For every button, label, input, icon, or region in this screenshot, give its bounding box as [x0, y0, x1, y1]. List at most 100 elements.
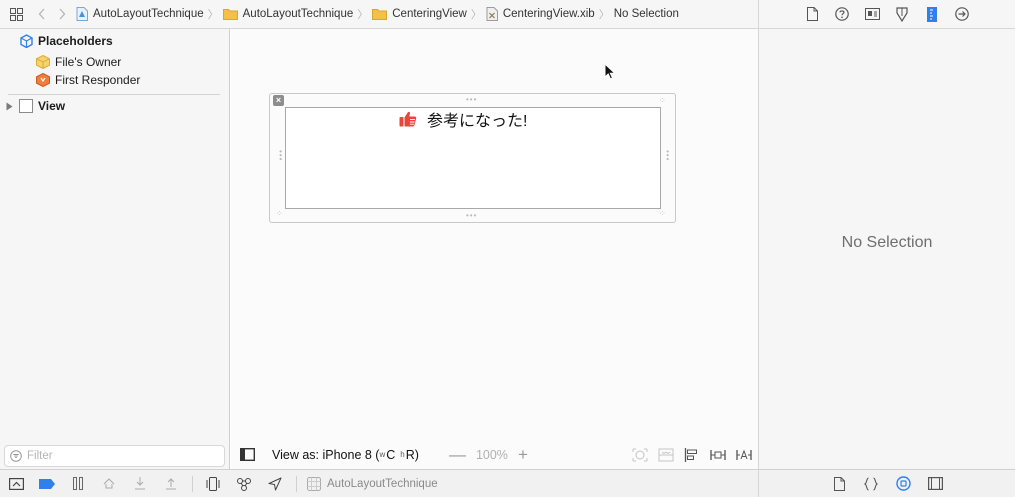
library-selector-bar	[758, 469, 1015, 497]
back-button[interactable]	[32, 4, 52, 24]
jump-bar: AutoLayoutTechnique 〉 AutoLayoutTechniqu…	[0, 0, 758, 29]
breakpoints-toggle-icon[interactable]	[37, 474, 57, 494]
outline-item-files-owner[interactable]: File's Owner	[36, 55, 121, 69]
resize-handle-top[interactable]: •••	[466, 96, 477, 104]
document-outline: Placeholders File's Owner First Responde…	[0, 29, 230, 469]
zoom-in-button[interactable]: +	[518, 445, 528, 465]
resize-handle-top-right[interactable]: ⁘	[659, 97, 667, 105]
object-library-icon[interactable]	[895, 476, 911, 492]
debug-bar: AutoLayoutTechnique	[0, 469, 758, 497]
hide-debug-area-icon[interactable]	[6, 474, 26, 494]
placeholders-label: Placeholders	[38, 34, 113, 48]
update-frames-icon[interactable]	[632, 447, 648, 463]
size-class-h-value: R)	[405, 447, 419, 462]
view-debugger-icon[interactable]	[203, 474, 223, 494]
toolbar-divider	[192, 475, 193, 492]
embed-in-stack-icon[interactable]	[658, 447, 674, 463]
resize-handle-bottom-left[interactable]: ⁘	[276, 210, 284, 218]
files-owner-icon	[36, 55, 50, 69]
breadcrumb-separator-icon: 〉	[357, 9, 369, 21]
quick-help-icon[interactable]	[834, 6, 850, 22]
outline-divider	[8, 94, 220, 95]
custom-view[interactable]: 参考になった!	[285, 107, 661, 209]
mouse-cursor-icon	[604, 62, 617, 83]
media-library-icon[interactable]	[927, 476, 943, 492]
folder-icon	[222, 8, 238, 20]
connections-inspector-icon[interactable]	[954, 6, 970, 22]
resize-handle-right[interactable]: •••	[663, 150, 672, 161]
zoom-level: 100%	[475, 447, 508, 462]
related-items-icon[interactable]	[6, 4, 26, 24]
view-as-label: View as: iPhone 8 (	[272, 447, 380, 462]
resize-handle-bottom[interactable]: •••	[466, 212, 477, 220]
breadcrumb-project[interactable]: AutoLayoutTechnique	[76, 7, 204, 21]
size-class-w-value: C	[386, 447, 396, 462]
breadcrumb-label: AutoLayoutTechnique	[93, 8, 204, 20]
pause-icon[interactable]	[68, 474, 88, 494]
view-icon	[19, 99, 33, 113]
app-target-icon	[307, 476, 321, 491]
resolve-issues-icon[interactable]	[736, 447, 752, 463]
breadcrumb-separator-icon: 〉	[470, 9, 482, 21]
inspector-selector-bar	[758, 0, 1015, 29]
cube-icon	[20, 34, 33, 48]
align-icon[interactable]	[684, 447, 700, 463]
resize-handle-left[interactable]: •••	[276, 150, 285, 161]
toolbar-divider	[296, 475, 297, 492]
process-target[interactable]: AutoLayoutTechnique	[307, 476, 438, 491]
outline-item-first-responder[interactable]: First Responder	[36, 73, 140, 87]
helpful-label[interactable]: 参考になった!	[399, 108, 527, 130]
resize-handle-bottom-right[interactable]: ⁘	[659, 210, 667, 218]
breadcrumb-file[interactable]: CenteringView.xib	[486, 7, 595, 21]
step-over-icon[interactable]	[99, 474, 119, 494]
add-constraints-icon[interactable]	[710, 447, 726, 463]
attributes-inspector-icon[interactable]	[894, 6, 910, 22]
outline-placeholders-header[interactable]: Placeholders	[20, 34, 113, 48]
filter-input[interactable]	[27, 450, 207, 462]
breadcrumb-separator-icon: 〉	[598, 9, 610, 21]
process-target-label: AutoLayoutTechnique	[327, 477, 438, 490]
xib-file-icon	[486, 7, 498, 21]
breadcrumb-label: CenteringView.xib	[502, 8, 595, 20]
interface-builder-canvas[interactable]: × ••• ⁘ ••• ••• ⁘ ••• ⁘ 参考になった!	[231, 29, 758, 440]
step-into-icon[interactable]	[130, 474, 150, 494]
scene-frame[interactable]: × ••• ⁘ ••• ••• ⁘ ••• ⁘ 参考になった!	[269, 93, 676, 223]
simulate-location-icon[interactable]	[265, 474, 285, 494]
breadcrumb-separator-icon: 〉	[207, 9, 219, 21]
code-snippet-library-icon[interactable]	[863, 476, 879, 492]
memory-graph-icon[interactable]	[234, 474, 254, 494]
zoom-controls: — 100% +	[439, 445, 538, 465]
inspector-pane: No Selection	[758, 29, 1015, 469]
file-template-library-icon[interactable]	[831, 476, 847, 492]
helpful-label-text: 参考になった!	[427, 113, 528, 130]
disclosure-triangle-icon[interactable]	[6, 102, 13, 111]
filter-icon	[10, 450, 22, 462]
first-responder-icon	[36, 73, 50, 87]
folder-icon	[372, 8, 388, 20]
identity-inspector-icon[interactable]	[864, 6, 880, 22]
file-inspector-icon[interactable]	[804, 6, 820, 22]
project-icon	[76, 7, 88, 21]
outline-item-view[interactable]: View	[6, 99, 65, 113]
breadcrumb-folder[interactable]: CenteringView	[372, 8, 467, 20]
canvas-bottom-bar: View as: iPhone 8 ( w C h R) — 100% +	[231, 440, 758, 469]
breadcrumb-group[interactable]: AutoLayoutTechnique	[222, 8, 353, 20]
first-responder-label: First Responder	[55, 73, 141, 87]
toggle-outline-icon[interactable]	[240, 448, 255, 461]
breadcrumb-selection[interactable]: No Selection	[614, 8, 679, 20]
view-label: View	[38, 99, 66, 113]
no-selection-label: No Selection	[841, 234, 933, 251]
breadcrumb-label: CenteringView	[392, 8, 467, 20]
size-inspector-icon[interactable]	[924, 6, 940, 22]
size-class-w-label: w	[379, 450, 386, 459]
device-configuration-button[interactable]: View as: iPhone 8 ( w C h R)	[272, 448, 419, 462]
forward-button[interactable]	[52, 4, 72, 24]
outline-filter[interactable]	[4, 445, 225, 467]
files-owner-label: File's Owner	[55, 55, 122, 69]
zoom-out-button[interactable]: —	[449, 445, 466, 465]
close-icon[interactable]: ×	[273, 95, 284, 106]
step-out-icon[interactable]	[161, 474, 181, 494]
auto-layout-tools	[632, 447, 752, 463]
breadcrumb-label: No Selection	[613, 8, 679, 20]
thumbs-up-icon	[399, 111, 417, 127]
